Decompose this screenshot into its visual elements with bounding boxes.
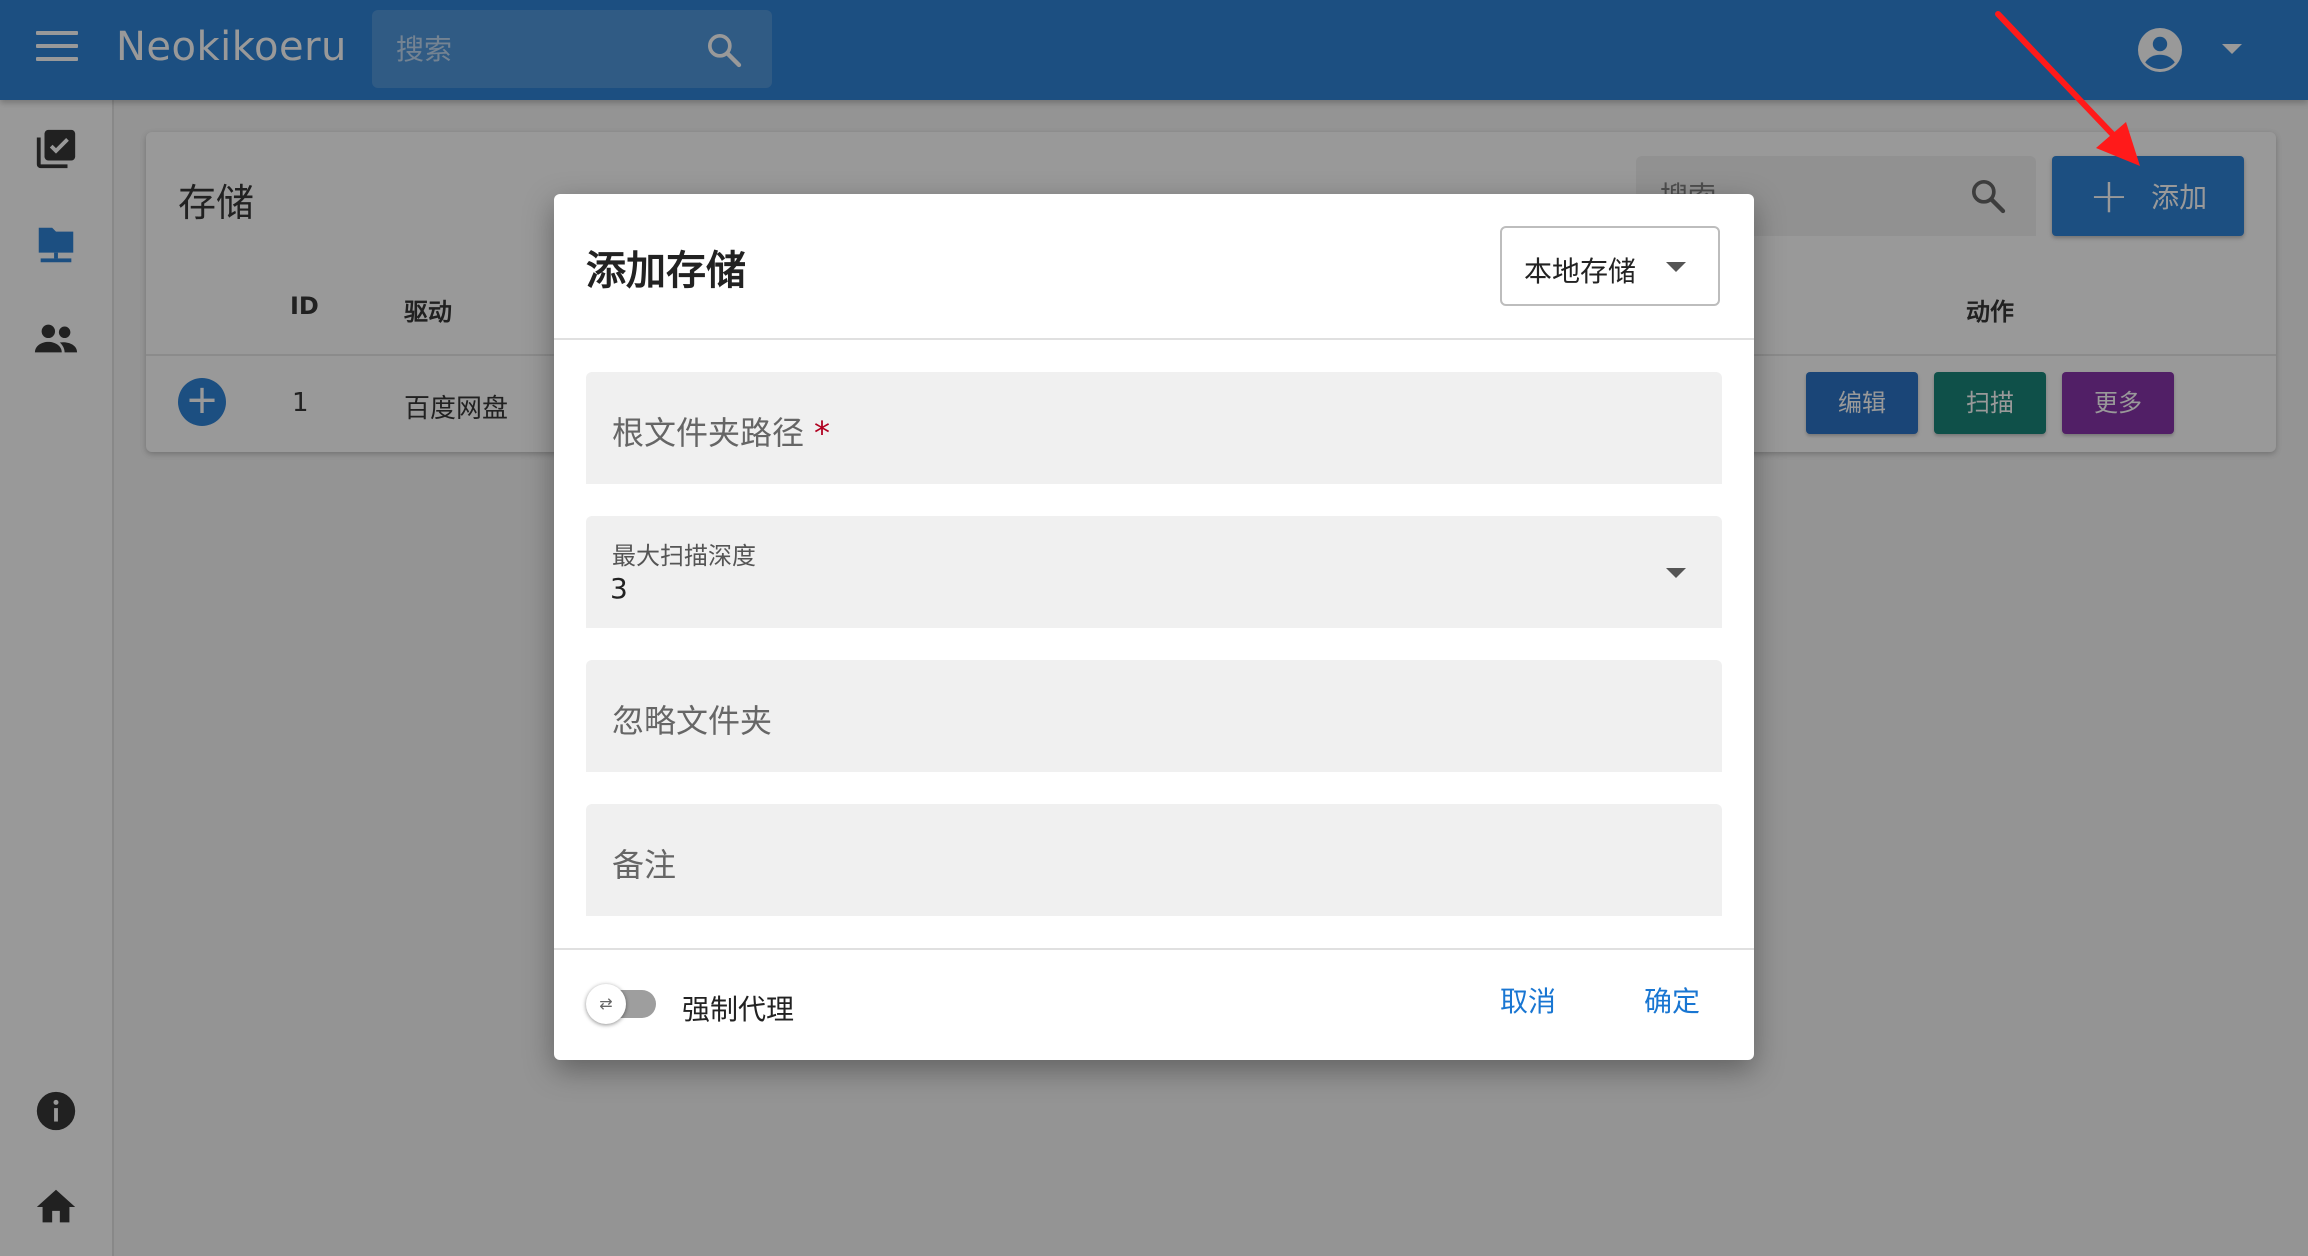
storage-type-select[interactable]: 本地存储 [1500,226,1720,306]
cancel-button[interactable]: 取消 [1500,980,1556,1020]
annotation-arrow-icon [1995,11,2140,166]
note-label: 备注 [612,846,677,884]
app-root: Neokikoeru 搜索 存储 搜索 + 添加 ID 驱动 动作 + 1 百度… [0,0,2308,1256]
required-mark: * [814,414,831,452]
force-proxy-label: 强制代理 [682,993,795,1026]
dropdown-arrow-icon [1666,568,1686,578]
max-scan-depth-select[interactable]: 最大扫描深度 3 [586,516,1722,628]
ignore-folders-label: 忽略文件夹 [612,702,773,740]
root-path-field[interactable]: 根文件夹路径 * [586,372,1722,484]
dropdown-arrow-icon [1666,262,1686,272]
dialog-header-divider [554,338,1754,340]
force-proxy-toggle[interactable]: ⇄ [586,984,656,1024]
root-path-label: 根文件夹路径 [612,414,805,452]
max-depth-value: 3 [610,572,628,605]
dialog-footer-divider [554,948,1754,950]
swap-arrows-icon: ⇄ [586,984,626,1024]
confirm-button[interactable]: 确定 [1644,980,1700,1020]
dialog-title: 添加存储 [586,248,746,294]
add-storage-dialog: 添加存储 本地存储 根文件夹路径 * 最大扫描深度 3 忽略文件夹 备注 ⇄ 强制… [554,194,1754,1060]
note-field[interactable]: 备注 [586,804,1722,916]
storage-type-value: 本地存储 [1524,255,1637,288]
ignore-folders-field[interactable]: 忽略文件夹 [586,660,1722,772]
max-depth-label: 最大扫描深度 [612,542,756,570]
